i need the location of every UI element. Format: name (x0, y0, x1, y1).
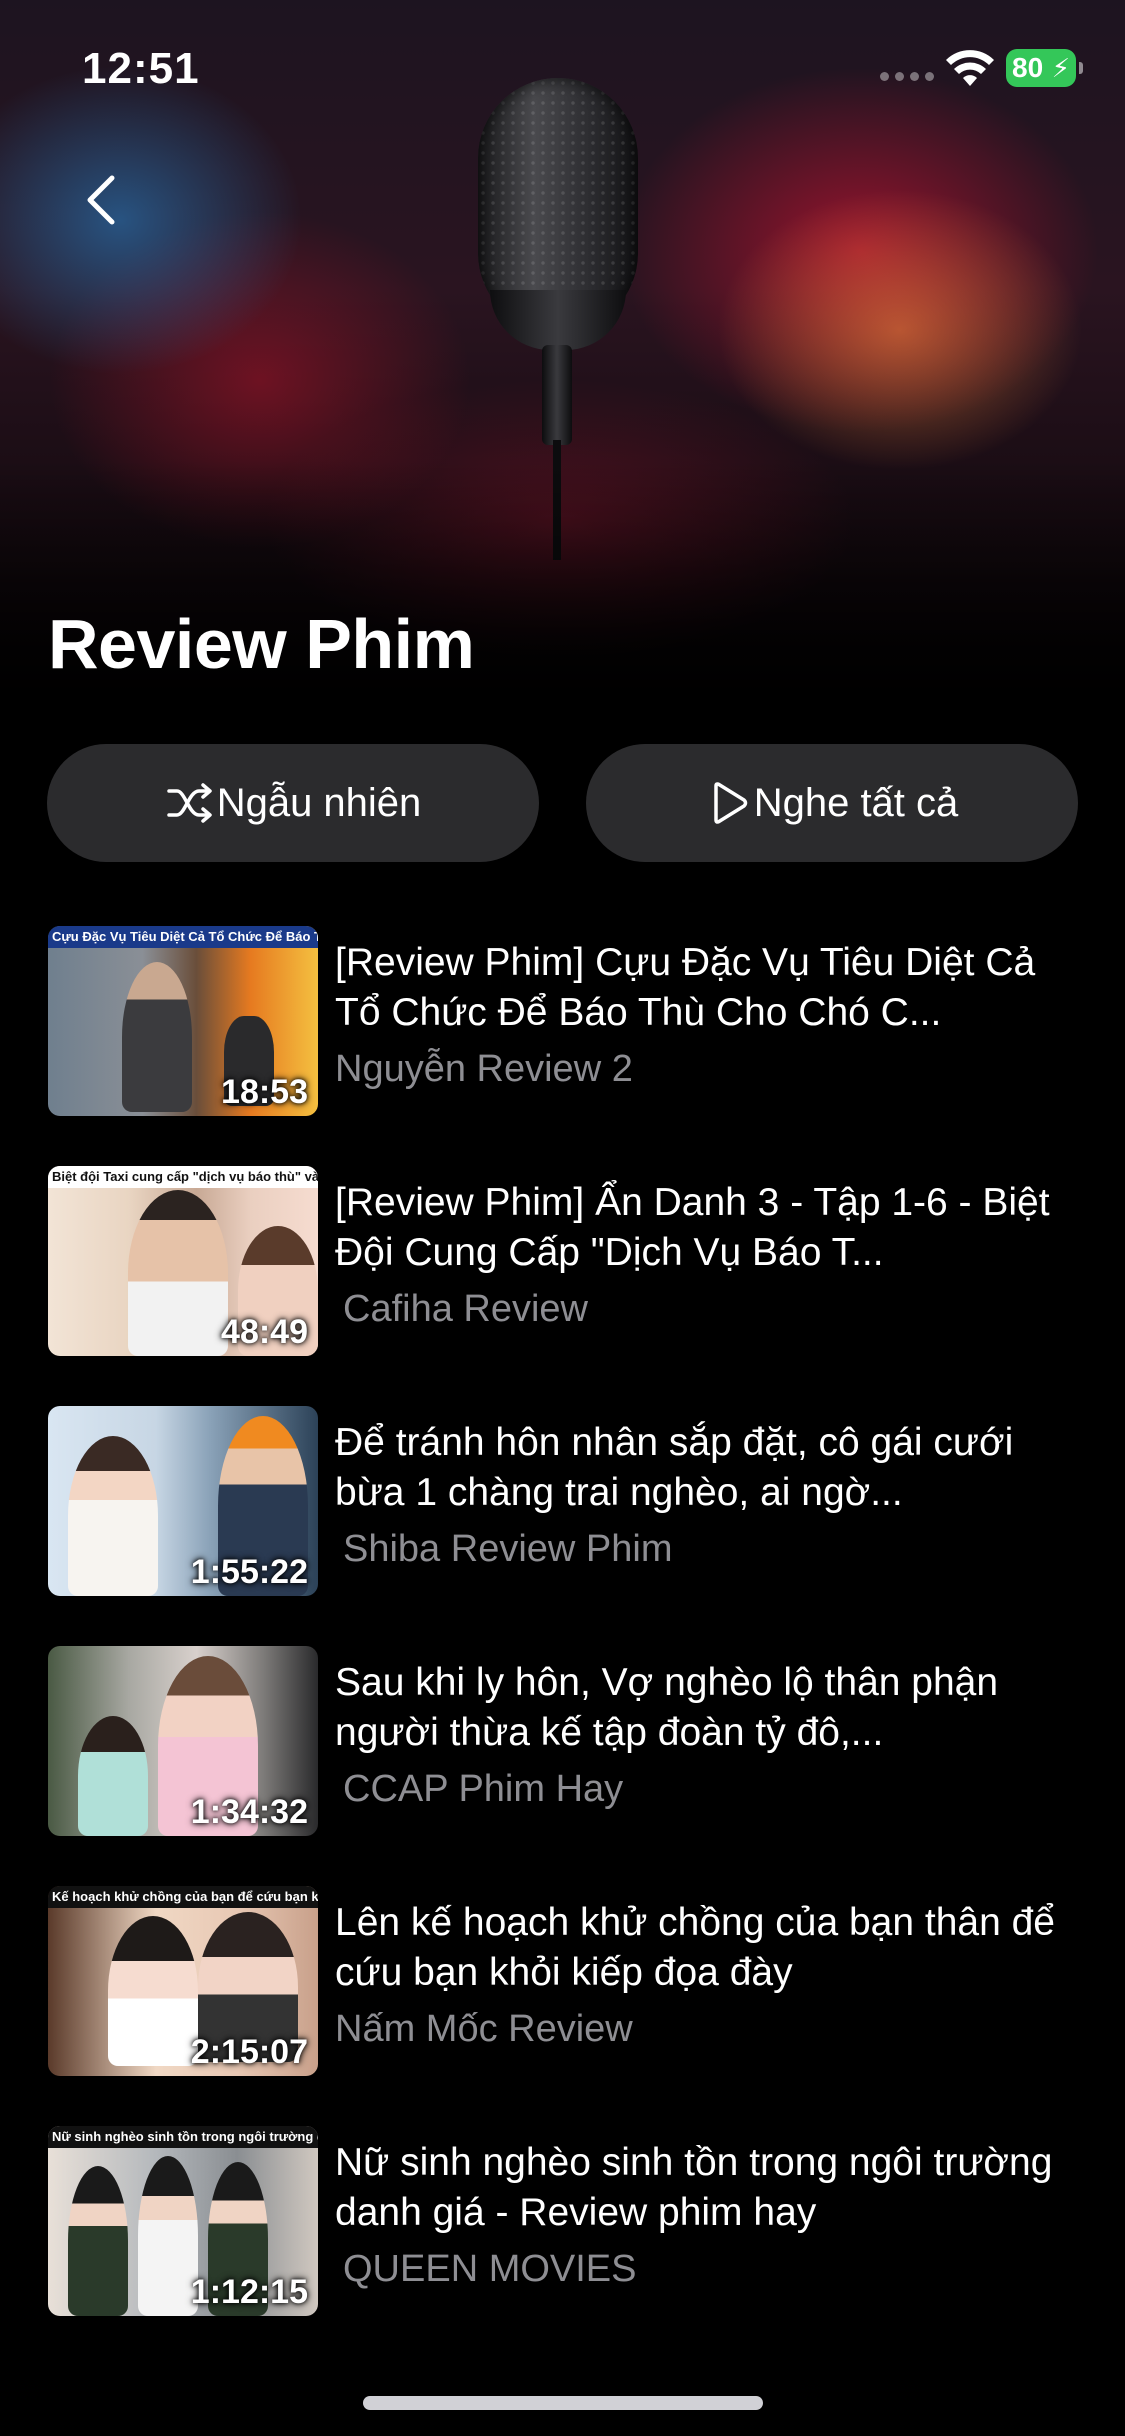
video-duration: 48:49 (221, 1313, 308, 1351)
battery-icon: 80 ⚡ (1006, 49, 1083, 87)
video-channel: Nguyễn Review 2 (335, 1048, 633, 1090)
video-item[interactable]: 1:55:22 Để tránh hôn nhân sắp đặt, cô gá… (0, 1400, 1125, 1600)
video-thumbnail: 1:34:32 (48, 1646, 318, 1836)
shuffle-label: Ngẫu nhiên (216, 780, 422, 825)
shuffle-icon (166, 783, 212, 823)
video-thumbnail: 1:55:22 (48, 1406, 318, 1596)
shuffle-button[interactable]: Ngẫu nhiên (47, 744, 539, 862)
battery-level: 80 (1012, 52, 1044, 83)
video-duration: 1:34:32 (190, 1793, 308, 1831)
video-item[interactable]: Kế hoạch khử chồng của bạn để cứu bạn kh… (0, 1880, 1125, 2080)
video-channel: Shiba Review Phim (343, 1528, 673, 1570)
video-channel: CCAP Phim Hay (343, 1768, 624, 1810)
play-all-label: Nghe tất cả (753, 780, 959, 825)
video-channel: Cafiha Review (343, 1288, 588, 1330)
video-thumbnail: Cựu Đặc Vụ Tiêu Diệt Cả Tổ Chức Để Báo T… (48, 926, 318, 1116)
video-thumbnail: Biệt đội Taxi cung cấp "dịch vụ báo thù"… (48, 1166, 318, 1356)
video-item[interactable]: Cựu Đặc Vụ Tiêu Diệt Cả Tổ Chức Để Báo T… (0, 920, 1125, 1120)
play-all-button[interactable]: Nghe tất cả (586, 744, 1078, 862)
video-title: [Review Phim] Cựu Đặc Vụ Tiêu Diệt Cả Tổ… (335, 941, 1036, 1034)
home-indicator[interactable] (363, 2396, 763, 2410)
video-item[interactable]: 1:34:32 Sau khi ly hôn, Vợ nghèo lộ thân… (0, 1640, 1125, 1840)
chevron-left-icon (87, 175, 115, 225)
thumbnail-caption: Kế hoạch khử chồng của bạn để cứu bạn kh… (48, 1886, 318, 1908)
page-title: Review Phim (48, 605, 475, 683)
back-button[interactable] (74, 160, 134, 240)
video-duration: 2:15:07 (190, 2033, 308, 2071)
play-icon (713, 782, 747, 824)
video-title: [Review Phim] Ẩn Danh 3 - Tập 1-6 - Biệt… (335, 1181, 1050, 1274)
status-time: 12:51 (82, 44, 200, 93)
video-duration: 1:12:15 (190, 2273, 308, 2311)
video-thumbnail: Nữ sinh nghèo sinh tồn trong ngôi trường… (48, 2126, 318, 2316)
thumbnail-caption: Nữ sinh nghèo sinh tồn trong ngôi trường… (48, 2126, 318, 2148)
thumbnail-caption: Cựu Đặc Vụ Tiêu Diệt Cả Tổ Chức Để Báo T… (48, 926, 318, 948)
thumbnail-caption: Biệt đội Taxi cung cấp "dịch vụ báo thù"… (48, 1166, 318, 1188)
charging-bolt-icon: ⚡ (1051, 53, 1070, 83)
video-title: Để tránh hôn nhân sắp đặt, cô gái cưới b… (335, 1421, 1014, 1514)
video-title: Nữ sinh nghèo sinh tồn trong ngôi trường… (335, 2141, 1053, 2234)
cellular-signal-icon (880, 72, 936, 84)
video-item[interactable]: Nữ sinh nghèo sinh tồn trong ngôi trường… (0, 2120, 1125, 2320)
video-channel: QUEEN MOVIES (343, 2248, 637, 2290)
status-bar: 12:51 80 ⚡ (0, 0, 1125, 140)
video-duration: 1:55:22 (190, 1553, 308, 1591)
video-duration: 18:53 (221, 1073, 308, 1111)
wifi-icon (946, 50, 994, 86)
video-channel: Nấm Mốc Review (335, 2008, 633, 2050)
video-item[interactable]: Biệt đội Taxi cung cấp "dịch vụ báo thù"… (0, 1160, 1125, 1360)
video-thumbnail: Kế hoạch khử chồng của bạn để cứu bạn kh… (48, 1886, 318, 2076)
video-title: Lên kế hoạch khử chồng của bạn thân để c… (335, 1901, 1055, 1994)
video-title: Sau khi ly hôn, Vợ nghèo lộ thân phận ng… (335, 1661, 999, 1754)
